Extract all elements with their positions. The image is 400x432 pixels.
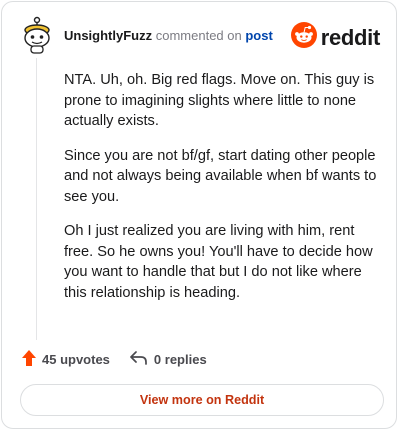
upvotes-button[interactable]: 45 upvotes — [22, 350, 110, 369]
upvote-arrow-icon — [22, 350, 36, 369]
reddit-snoo-icon — [290, 22, 317, 53]
comment-paragraph: Oh I just realized you are living with h… — [64, 223, 373, 301]
comment-header: UnsightlyFuzz commented on post reddit — [22, 16, 380, 56]
username-link[interactable]: UnsightlyFuzz — [64, 28, 152, 43]
commented-on-text: commented on — [155, 28, 242, 43]
comment-actions: 45 upvotes 0 replies — [22, 350, 207, 369]
view-more-button[interactable]: View more on Reddit — [20, 384, 384, 416]
comment-body: NTA. Uh, oh. Big red flags. Move on. Thi… — [64, 70, 384, 317]
reddit-wordmark: reddit — [320, 24, 381, 50]
replies-count: 0 replies — [153, 352, 207, 367]
embedded-comment-card: UnsightlyFuzz commented on post reddit N… — [1, 1, 397, 429]
comment-meta: UnsightlyFuzz commented on post — [64, 28, 273, 43]
comment-paragraph: Since you are not bf/gf, start dating ot… — [64, 147, 377, 205]
replies-button[interactable]: 0 replies — [130, 351, 207, 368]
reply-arrow-icon — [130, 351, 148, 368]
post-link[interactable]: post — [245, 28, 272, 43]
thread-line — [36, 58, 37, 340]
comment-paragraph: NTA. Uh, oh. Big red flags. Move on. Thi… — [64, 72, 375, 129]
reddit-brand-logo[interactable]: reddit — [290, 22, 381, 53]
user-avatar[interactable] — [22, 16, 52, 54]
upvotes-count: 45 upvotes — [42, 352, 110, 367]
